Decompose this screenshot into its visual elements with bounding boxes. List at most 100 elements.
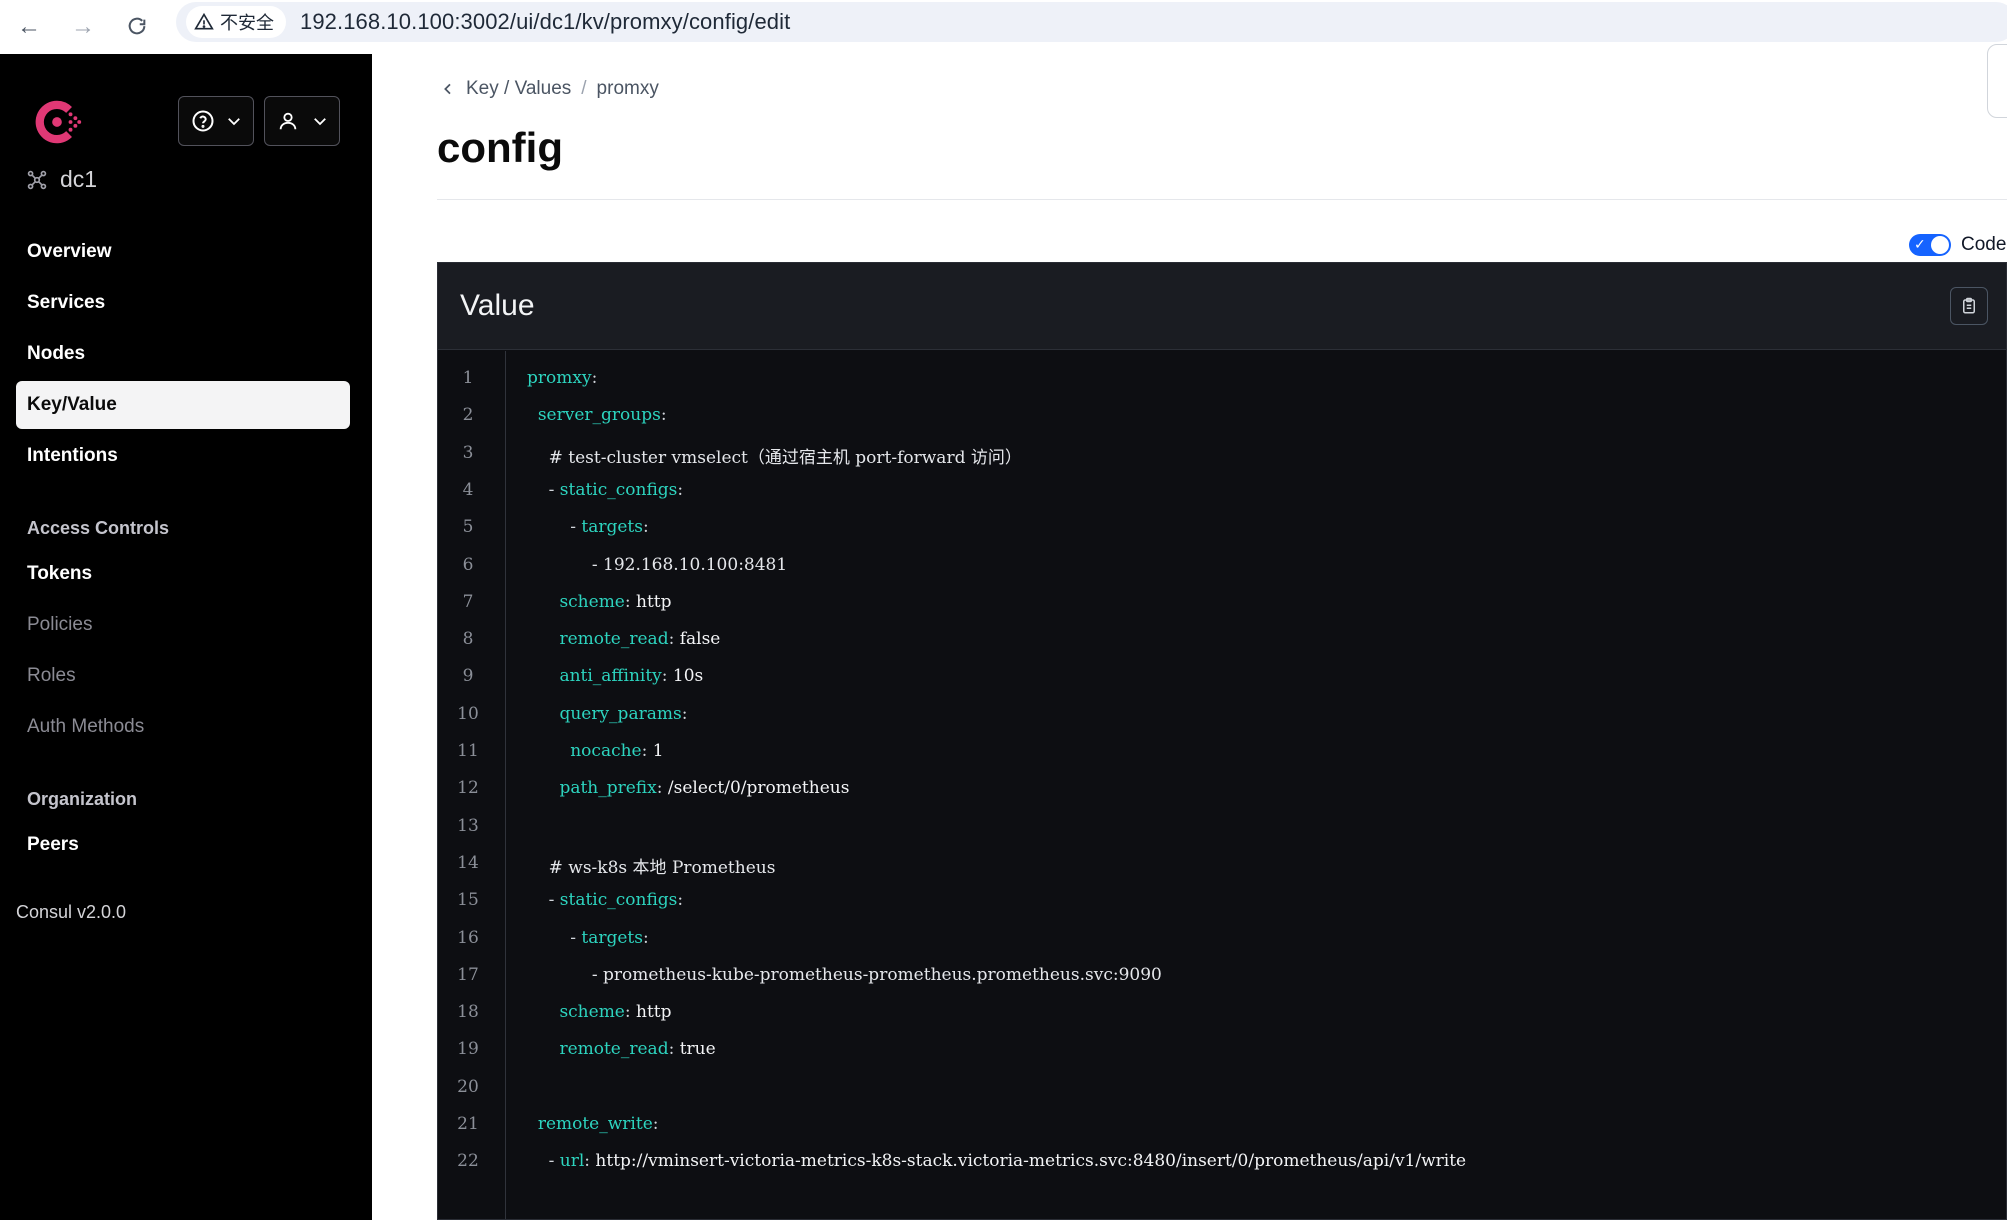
code-line[interactable]: scheme: http	[527, 1002, 671, 1023]
line-number: 6	[462, 554, 474, 575]
code-punctuation: :	[591, 368, 598, 388]
sidebar-item-intentions[interactable]: Intentions	[16, 432, 350, 480]
consul-logo-icon[interactable]	[28, 93, 86, 151]
code-punctuation: :	[624, 1002, 637, 1023]
breadcrumb-key-values[interactable]: Key / Values	[466, 78, 571, 100]
code-line[interactable]: - 192.168.10.100:8481	[527, 555, 787, 575]
user-icon	[279, 112, 297, 130]
line-number: 9	[462, 666, 474, 687]
editor-header: Value	[438, 263, 2006, 350]
line-number: 2	[462, 405, 474, 426]
sidebar: dc1 Overview Services Nodes Key/Value In…	[0, 54, 372, 1220]
code-line[interactable]: query_params:	[527, 704, 687, 724]
sidebar-item-policies[interactable]: Policies	[16, 601, 350, 649]
line-number: 22	[457, 1151, 479, 1172]
security-chip[interactable]: 不安全	[186, 6, 286, 38]
code-line[interactable]: # test-cluster vmselect（通过宿主机 port-forwa…	[527, 443, 1022, 468]
code-punctuation: :	[660, 405, 667, 426]
code-line[interactable]: anti_affinity: 10s	[527, 666, 703, 686]
toggle-switch[interactable]: ✓	[1909, 234, 1951, 256]
address-bar[interactable]: 不安全 192.168.10.100:3002/ui/dc1/kv/promxy…	[176, 2, 2007, 42]
code-indent: -	[527, 1151, 560, 1172]
help-menu-button[interactable]	[178, 96, 254, 146]
sidebar-item-roles[interactable]: Roles	[16, 652, 350, 700]
sidebar-item-tokens[interactable]: Tokens	[16, 550, 350, 598]
code-line[interactable]: remote_write:	[527, 1114, 659, 1134]
user-menu-button[interactable]	[264, 96, 340, 146]
code-value: false	[679, 629, 721, 650]
sidebar-item-services[interactable]: Services	[16, 279, 350, 327]
code-line[interactable]: promxy:	[527, 368, 597, 388]
line-number: 4	[462, 479, 474, 500]
line-number-gutter: 1 2 3 4 5 6 7 8 9 10 11 12 13 14 15 16 17 18 19 20 21 22	[438, 351, 506, 1219]
code-key: remote_read	[559, 1039, 669, 1060]
reload-icon[interactable]	[122, 12, 152, 42]
code-key: static_configs	[559, 890, 678, 911]
code-line[interactable]: path_prefix: /select/0/prometheus	[527, 778, 849, 798]
code-line[interactable]: # ws-k8s 本地 Prometheus	[527, 853, 776, 878]
line-number: 5	[462, 517, 474, 538]
chevron-left-icon[interactable]	[440, 81, 456, 97]
code-punctuation: :	[624, 591, 637, 612]
code-punctuation: :	[661, 666, 673, 687]
sidebar-nav: Overview Services Nodes Key/Value Intent…	[16, 228, 350, 872]
title-divider	[437, 199, 2007, 200]
code-punctuation: :	[668, 629, 680, 650]
check-icon: ✓	[1914, 236, 1926, 252]
sidebar-item-nodes[interactable]: Nodes	[16, 330, 350, 378]
datacenter-selector[interactable]: dc1	[26, 166, 97, 193]
code-line[interactable]: server_groups:	[527, 405, 667, 425]
line-number: 19	[457, 1039, 479, 1060]
url-text[interactable]: 192.168.10.100:3002/ui/dc1/kv/promxy/con…	[300, 9, 790, 35]
chevron-down-icon	[228, 118, 240, 126]
code-line[interactable]: scheme: http	[527, 591, 671, 612]
line-number: 16	[457, 927, 479, 948]
code-toggle[interactable]: ✓ Code	[1909, 234, 2006, 256]
code-line[interactable]: - static_configs:	[527, 479, 684, 500]
sidebar-item-key-value[interactable]: Key/Value	[16, 381, 350, 429]
security-label: 不安全	[220, 13, 274, 33]
sidebar-item-auth-methods[interactable]: Auth Methods	[16, 703, 350, 751]
forward-arrow-icon[interactable]: →	[68, 12, 98, 42]
code-key: url	[559, 1151, 585, 1172]
sidebar-item-overview[interactable]: Overview	[16, 228, 350, 276]
code-punctuation: :	[677, 479, 684, 500]
code-line[interactable]: - prometheus-kube-prometheus-prometheus.…	[527, 965, 1162, 985]
breadcrumb-promxy[interactable]: promxy	[597, 78, 659, 100]
code-key: static_configs	[559, 479, 678, 500]
back-arrow-icon[interactable]: ←	[14, 12, 44, 42]
code-line[interactable]: remote_read: true	[527, 1039, 715, 1060]
code-value: 1	[652, 741, 664, 761]
line-number: 3	[462, 442, 474, 463]
line-number: 1	[462, 368, 474, 388]
code-line[interactable]: - url: http://vminsert-victoria-metrics-…	[527, 1151, 1467, 1172]
code-text: - 192.168.10.100:8481	[591, 554, 788, 575]
side-panel-tab[interactable]	[1987, 44, 2007, 118]
copy-button[interactable]	[1950, 287, 1988, 325]
code-area[interactable]: 1 2 3 4 5 6 7 8 9 10 11 12 13 14 15 16 17 18 19 20 21 22 prom…	[438, 351, 2006, 1219]
code-punctuation: :	[656, 778, 668, 799]
code-line[interactable]: - static_configs:	[527, 890, 684, 911]
line-number: 11	[457, 741, 479, 761]
code-line[interactable]: nocache: 1	[527, 741, 664, 761]
code-line[interactable]: - targets:	[527, 517, 649, 537]
code-line[interactable]: remote_read: false	[527, 629, 720, 649]
code-key: targets	[581, 927, 643, 948]
code-text: # ws-k8s 本地 Prometheus	[548, 857, 776, 878]
datacenter-icon	[27, 170, 47, 189]
sidebar-item-peers[interactable]: Peers	[16, 821, 350, 869]
page-title: config	[437, 124, 563, 171]
code-line[interactable]: - targets:	[527, 928, 649, 948]
code-key: nocache	[570, 741, 642, 761]
code-key: query_params	[559, 703, 682, 724]
